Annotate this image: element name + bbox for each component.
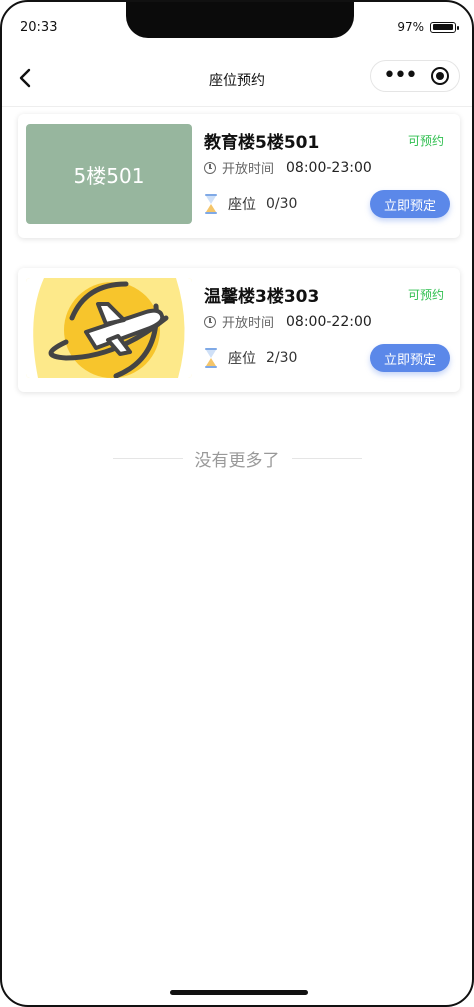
more-icon[interactable]: ••• [383,65,418,87]
status-badge: 可预约 [407,288,444,302]
airplane-logo-icon [26,278,192,378]
open-time-label: 开放时间 [222,162,275,177]
open-time-row: 开放时间 08:00-22:00 [204,312,372,331]
seat-label: 座位 [228,197,256,213]
open-time-value: 08:00-22:00 [286,313,372,330]
clock-icon [204,161,216,174]
hourglass-icon [205,348,217,368]
room-name: 温馨楼3楼303 [204,287,320,307]
room-card[interactable]: 温馨楼3楼303 可预约 开放时间 08:00-22:00 座位 2/30 立即… [18,268,460,392]
close-target-icon[interactable] [431,67,449,85]
room-card[interactable]: 5楼501 教育楼5楼501 可预约 开放时间 08:00-23:00 座位 0… [18,114,460,238]
battery-percent: 97% [397,20,424,34]
hourglass-icon [205,194,217,214]
seat-label: 座位 [228,351,256,367]
status-time: 20:33 [20,20,58,35]
home-indicator[interactable] [170,990,308,995]
book-now-button[interactable]: 立即预定 [370,344,450,372]
status-badge: 可预约 [407,134,444,148]
clock-icon [204,315,216,328]
seat-row: 座位 0/30 [204,194,297,214]
seat-row: 座位 2/30 [204,348,297,368]
thumbnail-text: 5楼501 [73,163,145,188]
seat-count: 0/30 [266,196,298,212]
divider-line [291,458,362,459]
phone-frame: 20:33 97% 座位预约 ••• 5楼501 教育楼5楼501 可预约 开放… [0,0,474,1007]
no-more-divider: 没有更多了 [2,446,472,471]
room-thumbnail [26,278,192,378]
open-time-row: 开放时间 08:00-23:00 [204,158,372,177]
battery-icon [430,21,459,33]
no-more-text: 没有更多了 [194,451,280,471]
battery-indicator: 97% [397,20,459,34]
room-name: 教育楼5楼501 [204,133,320,153]
status-bar: 20:33 97% [2,2,472,54]
seat-count: 2/30 [266,350,298,366]
open-time-label: 开放时间 [222,316,275,331]
open-time-value: 08:00-23:00 [286,159,372,176]
notch [126,2,354,38]
divider-line [112,458,183,459]
nav-bar: 座位预约 ••• [2,54,472,107]
room-thumbnail: 5楼501 [26,124,192,224]
book-now-button[interactable]: 立即预定 [370,190,450,218]
miniprogram-capsule: ••• [370,60,460,92]
